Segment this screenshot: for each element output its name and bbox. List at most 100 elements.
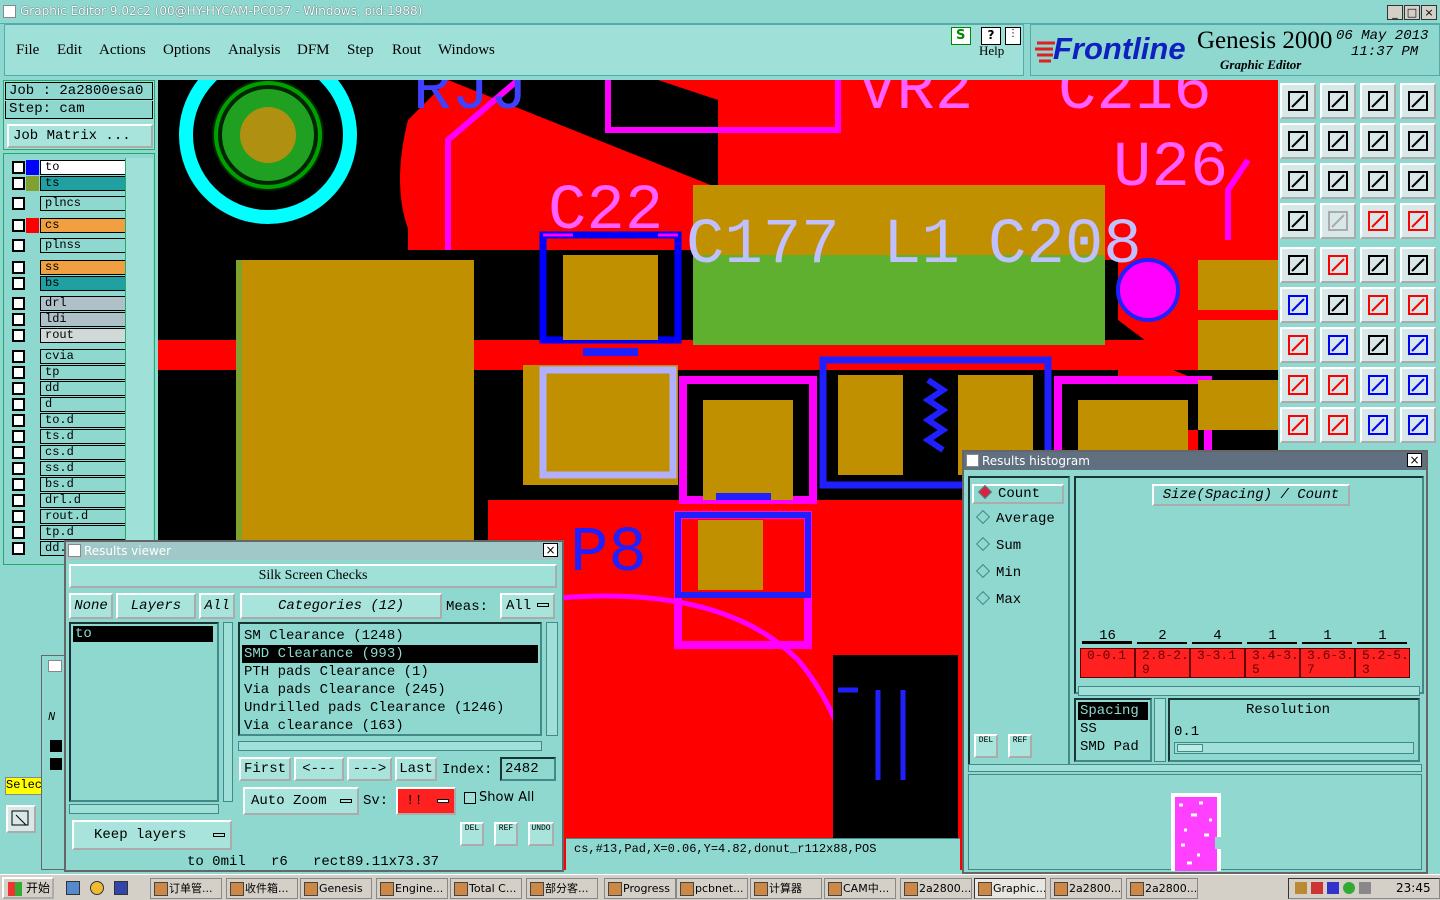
none-button[interactable]: None	[69, 593, 113, 619]
layer-checkbox[interactable]	[12, 297, 25, 310]
menu-step[interactable]: Step	[347, 42, 374, 59]
tray-icon-4[interactable]	[1343, 882, 1355, 894]
taskbar-item[interactable]: 部分客...	[526, 878, 598, 899]
layer-name[interactable]: ldi	[40, 312, 127, 327]
mode-count[interactable]: Count	[972, 484, 1064, 504]
select-tool-icon[interactable]	[6, 805, 36, 833]
layer-results-list[interactable]: to	[69, 622, 219, 802]
sv-dropdown[interactable]: !!	[396, 787, 456, 815]
type-item[interactable]: Spacing	[1078, 702, 1148, 720]
histogram-divider-scroll[interactable]	[968, 764, 1422, 772]
select-button[interactable]: Selec	[5, 777, 43, 795]
zoom-home-icon[interactable]	[1280, 83, 1316, 119]
mode-average[interactable]: Average	[975, 509, 1055, 527]
taskbar-item[interactable]: CAM中...	[824, 878, 896, 899]
layer-checkbox[interactable]	[12, 329, 25, 342]
resize-icon[interactable]	[1360, 367, 1396, 403]
dfm-c-icon[interactable]	[1360, 407, 1396, 443]
auto-zoom-dropdown[interactable]: Auto Zoom	[243, 787, 359, 815]
layer-row-to-d[interactable]: to.d	[12, 413, 127, 428]
layer-row-rout-d[interactable]: rout.d	[12, 509, 127, 524]
type-item[interactable]: SS	[1078, 720, 1148, 738]
resolution-slider-thumb[interactable]	[1177, 744, 1203, 752]
grid-icon[interactable]	[1320, 203, 1356, 239]
keep-layers-dropdown[interactable]: Keep layers	[72, 820, 232, 850]
layer-checkbox[interactable]	[12, 510, 25, 523]
layers-button[interactable]: Layers	[116, 593, 196, 619]
taskbar-item[interactable]: 订单管...	[150, 878, 222, 899]
query-icon[interactable]	[1400, 163, 1436, 199]
layer-name[interactable]: bs	[40, 276, 127, 291]
maximize-button[interactable]: □	[1404, 5, 1420, 20]
layer-row-dd[interactable]: dd	[12, 381, 127, 396]
category-item[interactable]: Via clearance (163)	[242, 717, 538, 735]
last-button[interactable]: Last	[395, 757, 437, 781]
all-layers-button[interactable]: All	[199, 593, 235, 619]
menu-edit[interactable]: Edit	[57, 42, 82, 59]
layer-results-item[interactable]: to	[73, 626, 213, 642]
taskbar-item[interactable]: Progress	[604, 878, 676, 899]
add-line-icon[interactable]	[1320, 247, 1356, 283]
layer-name[interactable]: tp.d	[40, 525, 127, 540]
layer-name[interactable]: dd	[40, 381, 127, 396]
scale-icon[interactable]	[1360, 163, 1396, 199]
layer-name[interactable]: d	[40, 397, 127, 412]
layer-checkbox[interactable]	[12, 526, 25, 539]
layer-checkbox[interactable]	[12, 177, 25, 190]
add-circle-icon[interactable]	[1400, 247, 1436, 283]
layer-row-cs-d[interactable]: cs.d	[12, 445, 127, 460]
taskbar-item[interactable]: 2a2800...	[900, 878, 972, 899]
taskbar-item[interactable]: Genesis	[300, 878, 372, 899]
layer-row-plnss[interactable]: plnss	[12, 238, 127, 253]
category-item[interactable]: Via pads Clearance (245)	[242, 681, 538, 699]
taskbar-item[interactable]: pcbnet...	[676, 878, 748, 899]
tray-icon-3[interactable]	[1327, 882, 1339, 894]
layers-off-icon[interactable]	[1400, 203, 1436, 239]
help-label[interactable]: Help	[979, 43, 1004, 59]
layer-checkbox[interactable]	[12, 197, 25, 210]
type-list-scrollbar[interactable]	[1154, 698, 1166, 762]
zoom-in-icon[interactable]	[1320, 83, 1356, 119]
layer-checkbox[interactable]	[12, 161, 25, 174]
histogram-bin[interactable]: 3.6-3.7	[1300, 648, 1355, 678]
mode-sum[interactable]: Sum	[975, 536, 1021, 554]
resolution-slider[interactable]	[1174, 742, 1414, 754]
category-item[interactable]: PTH pads Clearance (1)	[242, 663, 538, 681]
layer-name[interactable]: ss	[40, 260, 127, 275]
layer-checkbox[interactable]	[12, 261, 25, 274]
taskbar-item[interactable]: 收件箱...	[226, 878, 298, 899]
layer-checkbox[interactable]	[12, 219, 25, 232]
menu-analysis[interactable]: Analysis	[228, 42, 281, 59]
layer-list-scrollbar[interactable]	[223, 622, 233, 802]
layer-row-to[interactable]: to	[12, 160, 127, 175]
job-matrix-button[interactable]: Job Matrix ...	[7, 124, 153, 148]
category-list[interactable]: SM Clearance (1248) SMD Clearance (993) PT…	[238, 622, 542, 736]
zoom-page-icon[interactable]	[1400, 83, 1436, 119]
type-list[interactable]: Spacing SS SMD Pad	[1074, 698, 1152, 762]
layer-row-ldi[interactable]: ldi	[12, 312, 127, 327]
layer-row-drl-d[interactable]: drl.d	[12, 493, 127, 508]
histogram-del-icon[interactable]: DEL	[974, 734, 998, 758]
layer-row-tp[interactable]: tp	[12, 365, 127, 380]
break-icon[interactable]	[1400, 287, 1436, 323]
menu-file[interactable]: File	[16, 42, 39, 59]
layer-name[interactable]: cvia	[40, 349, 127, 364]
layer-scroll-strip[interactable]	[125, 158, 153, 558]
arc-icon[interactable]	[1360, 327, 1396, 363]
layer-checkbox[interactable]	[12, 462, 25, 475]
connect-icon[interactable]	[1280, 287, 1316, 323]
layer-row-bs-d[interactable]: bs.d	[12, 477, 127, 492]
add-text-icon[interactable]	[1360, 247, 1396, 283]
tray-icon-5[interactable]	[1359, 882, 1371, 894]
layer-row-ss[interactable]: ss	[12, 260, 127, 275]
layer-name[interactable]: ts	[40, 176, 127, 191]
layer-checkbox[interactable]	[12, 313, 25, 326]
index-input[interactable]: 2482	[500, 757, 556, 781]
tray-icon-2[interactable]	[1311, 882, 1323, 894]
layer-name[interactable]: to	[40, 160, 127, 175]
layer-checkbox[interactable]	[12, 430, 25, 443]
layer-checkbox[interactable]	[12, 366, 25, 379]
layer-row-rout[interactable]: rout	[12, 328, 127, 343]
layer-row-d[interactable]: d	[12, 397, 127, 412]
category-list-hscrollbar[interactable]	[238, 741, 542, 751]
